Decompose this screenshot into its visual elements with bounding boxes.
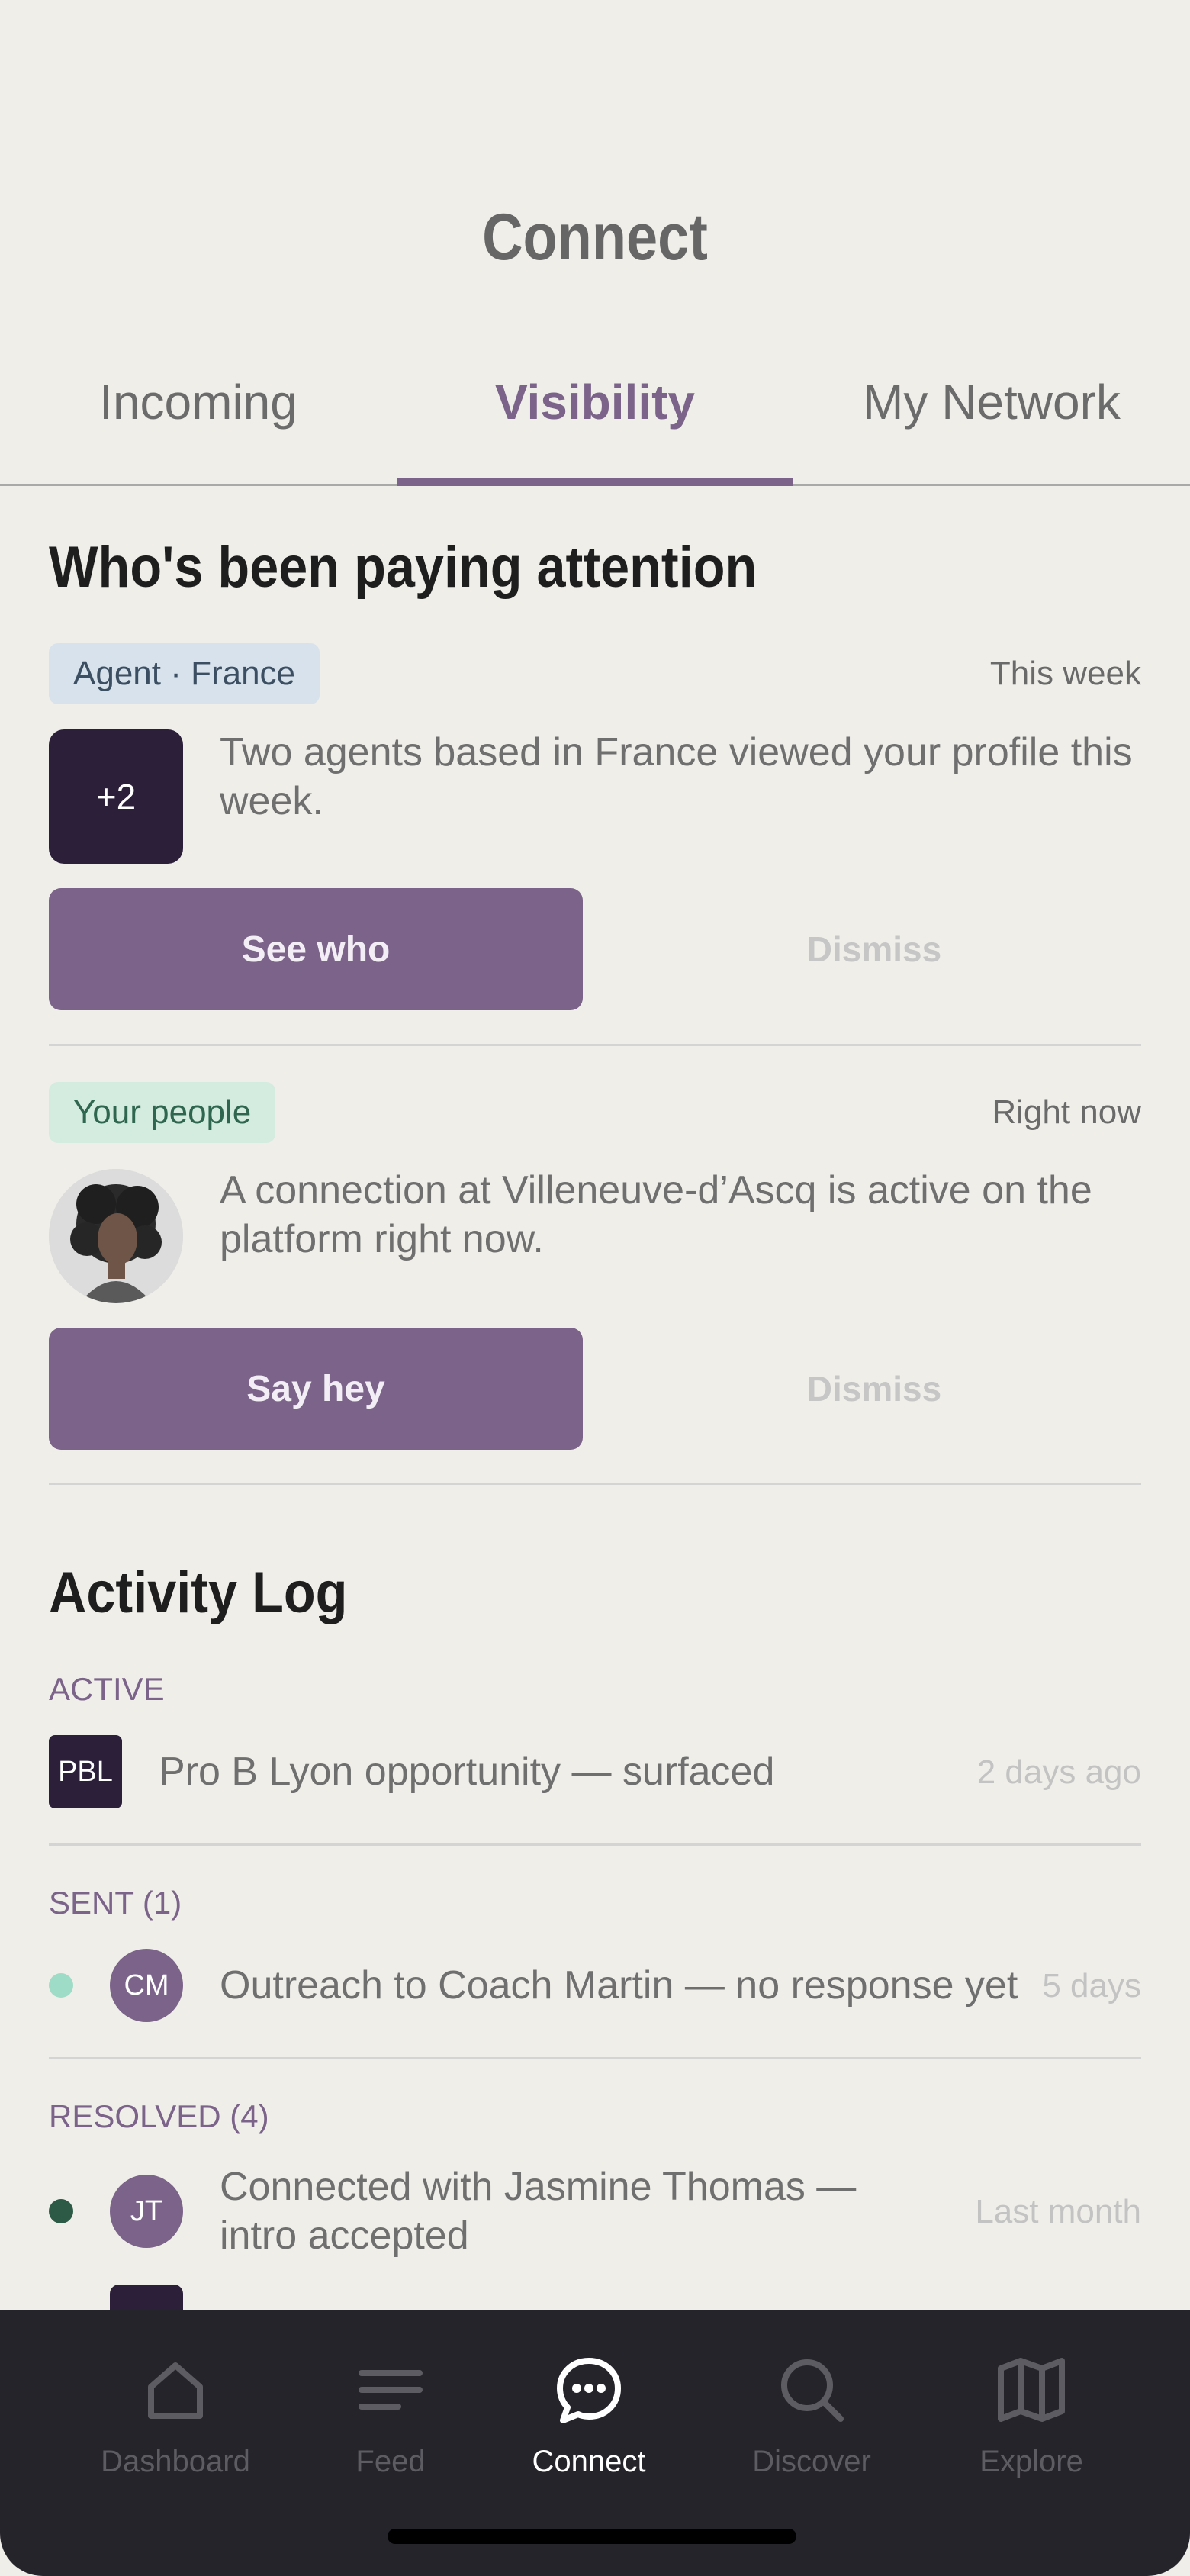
tab-incoming[interactable]: Incoming bbox=[0, 374, 397, 430]
nav-connect[interactable]: Connect bbox=[482, 2352, 696, 2479]
dismiss-button[interactable]: Dismiss bbox=[607, 1328, 1141, 1450]
nav-label: Explore bbox=[979, 2445, 1083, 2478]
section-divider bbox=[49, 1483, 1141, 1485]
nav-feed[interactable]: Feed bbox=[284, 2352, 497, 2479]
card-timestamp: Right now bbox=[992, 1093, 1141, 1131]
map-icon bbox=[998, 2358, 1065, 2422]
card-message: Two agents based in France viewed your p… bbox=[220, 730, 1133, 823]
connection-avatar bbox=[49, 1169, 183, 1303]
tab-bar: Incoming Visibility My Network bbox=[0, 359, 1190, 486]
nav-dashboard[interactable]: Dashboard bbox=[69, 2352, 282, 2479]
tab-visibility[interactable]: Visibility bbox=[397, 374, 793, 430]
connect-screen: Connect Incoming Visibility My Network W… bbox=[0, 0, 1190, 2576]
log-divider bbox=[49, 2057, 1141, 2059]
log-entry-text[interactable]: Outreach to Coach Martin — no response y… bbox=[220, 1961, 1018, 2010]
team-logo: PBL bbox=[49, 1735, 122, 1808]
feed-icon bbox=[359, 2370, 423, 2410]
home-icon bbox=[148, 2362, 203, 2419]
agent-location-badge: Agent · France bbox=[49, 643, 320, 704]
group-label-resolved: RESOLVED (4) bbox=[49, 2098, 269, 2134]
log-entry-text[interactable]: Pro B Lyon opportunity — surfaced bbox=[159, 1747, 774, 1796]
group-label-active: ACTIVE bbox=[49, 1671, 165, 1707]
activity-log-heading: Activity Log bbox=[49, 1560, 348, 1625]
contact-avatar: JT bbox=[110, 2175, 183, 2248]
contact-avatar: CM bbox=[110, 1949, 183, 2022]
status-dot bbox=[49, 1973, 73, 1998]
dismiss-button[interactable]: Dismiss bbox=[607, 888, 1141, 1010]
card-divider bbox=[49, 1044, 1141, 1046]
nav-explore[interactable]: Explore bbox=[925, 2352, 1138, 2479]
active-tab-indicator bbox=[397, 478, 793, 486]
agent-count-avatar: +2 bbox=[49, 729, 183, 864]
nav-label: Discover bbox=[752, 2445, 871, 2478]
group-label-sent: SENT (1) bbox=[49, 1885, 182, 1921]
log-entry-time: 2 days ago bbox=[976, 1753, 1141, 1791]
card-message: A connection at Villeneuve-d’Ascq is act… bbox=[220, 1168, 1092, 1261]
chat-bubble-icon bbox=[557, 2358, 621, 2423]
log-divider bbox=[49, 1843, 1141, 1846]
nav-label: Feed bbox=[355, 2445, 426, 2478]
tab-my-network[interactable]: My Network bbox=[793, 374, 1190, 430]
say-hey-button[interactable]: Say hey bbox=[49, 1328, 583, 1450]
nav-label: Dashboard bbox=[101, 2445, 250, 2478]
your-people-badge: Your people bbox=[49, 1082, 276, 1143]
search-icon bbox=[781, 2359, 844, 2422]
nav-discover[interactable]: Discover bbox=[705, 2352, 918, 2479]
log-entry-time: 5 days bbox=[1042, 1967, 1141, 2004]
see-who-button[interactable]: See who bbox=[49, 888, 583, 1010]
home-indicator[interactable] bbox=[388, 2529, 796, 2544]
card-timestamp: This week bbox=[989, 655, 1141, 692]
person-photo-icon bbox=[49, 1169, 183, 1303]
log-entry-time: Last month bbox=[975, 2193, 1141, 2230]
page-title: Connect bbox=[482, 201, 708, 274]
status-dot bbox=[49, 2199, 73, 2223]
log-entry-text[interactable]: Connected with Jasmine Thomas — intro ac… bbox=[220, 2162, 891, 2260]
nav-label: Connect bbox=[532, 2445, 646, 2478]
attention-heading: Who's been paying attention bbox=[49, 535, 757, 600]
